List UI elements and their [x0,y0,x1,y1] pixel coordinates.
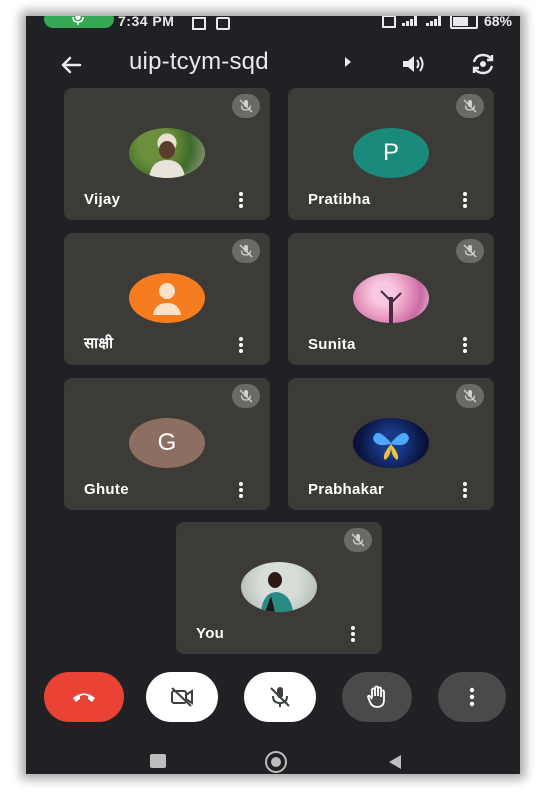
alarm-icon [381,16,396,28]
raise-hand-button[interactable] [342,672,412,722]
avatar-photo [129,128,205,178]
mic-off-icon [463,389,477,403]
more-options-button[interactable] [350,624,356,644]
butterfly-photo [373,433,409,460]
mic-off-icon [239,244,253,258]
avatar-photo [353,273,429,323]
mic-icon [72,16,84,25]
home-button[interactable] [264,750,288,774]
status-bar: 7:34 PM 68% [26,16,520,32]
battery-percent: 68% [483,16,512,29]
more-options-button[interactable] [238,335,244,355]
raise-hand-icon [367,685,385,708]
participant-name: Vijay [84,191,121,208]
arrow-left-icon [61,56,82,74]
notification-icon [192,16,206,30]
more-options-button[interactable] [238,190,244,210]
avatar-letter: P [353,128,429,178]
call-controls [26,672,520,726]
call-top-bar: uip-tcym-sqd [26,42,520,86]
avatar-default [129,273,205,323]
switch-camera-icon [472,53,494,75]
participant-tile-pratibha[interactable]: P Pratibha [288,88,494,220]
camera-off-button[interactable] [146,672,218,722]
phone-screen: 7:34 PM 68% uip-tcym-sqd Vijay P Pratibh… [26,16,520,774]
video-off-icon [171,687,193,707]
participant-name: Pratibha [308,191,371,208]
cast-icon [215,16,230,30]
participant-tile-prabhakar[interactable]: Prabhakar [288,378,494,510]
avatar-photo [353,418,429,468]
signal-icon [401,16,420,26]
participant-tile-ghute[interactable]: G Ghute [64,378,270,510]
participant-name: Sunita [308,336,356,353]
more-options-button[interactable] [462,190,468,210]
participant-name: You [196,625,225,642]
more-options-button[interactable] [438,672,506,722]
participant-name: Prabhakar [308,481,385,498]
mic-off-icon [351,533,365,547]
participant-tile-sakshi[interactable]: साक्षी [64,233,270,365]
participant-name: Ghute [84,481,129,498]
notification-icons [186,16,230,30]
more-options-button[interactable] [462,480,468,500]
more-options-button[interactable] [238,480,244,500]
avatar-letter: G [129,418,205,468]
end-call-button[interactable] [44,672,124,722]
caret-right-icon[interactable] [343,56,353,68]
muted-indicator [456,384,484,408]
recents-button[interactable] [150,754,166,768]
speaker-button[interactable] [398,49,428,79]
more-options-button[interactable] [462,335,468,355]
person-photo [149,141,185,178]
switch-camera-button[interactable] [468,49,498,79]
participant-tile-you[interactable]: You [176,522,382,654]
system-nav-bar [26,744,520,774]
muted-indicator [232,94,260,118]
mic-off-icon [239,389,253,403]
back-button[interactable] [56,50,86,80]
avatar-initial: G [157,429,177,456]
meeting-code[interactable]: uip-tcym-sqd [129,48,269,76]
more-vert-icon [469,687,475,707]
mic-off-icon [270,687,290,707]
participant-name: साक्षी [84,335,114,352]
muted-indicator [232,239,260,263]
muted-indicator [232,384,260,408]
person-photo [261,572,293,612]
speaker-icon [403,56,424,72]
avatar-photo [241,562,317,612]
phone-hangup-icon [73,693,95,702]
muted-indicator [456,239,484,263]
mic-in-use-indicator [44,16,114,28]
signal-icon-2 [425,16,444,26]
tree-photo [380,290,402,323]
avatar-initial: P [382,139,399,166]
status-right: 68% [376,16,512,29]
participant-tile-sunita[interactable]: Sunita [288,233,494,365]
mic-off-icon [239,99,253,113]
mic-off-icon [463,99,477,113]
status-time: 7:34 PM [118,16,175,29]
muted-indicator [456,94,484,118]
back-nav-button[interactable] [386,753,404,771]
person-icon [153,283,181,315]
mic-off-icon [463,244,477,258]
muted-indicator [344,528,372,552]
mic-off-button[interactable] [244,672,316,722]
participant-tile-vijay[interactable]: Vijay [64,88,270,220]
battery-icon [449,16,478,29]
